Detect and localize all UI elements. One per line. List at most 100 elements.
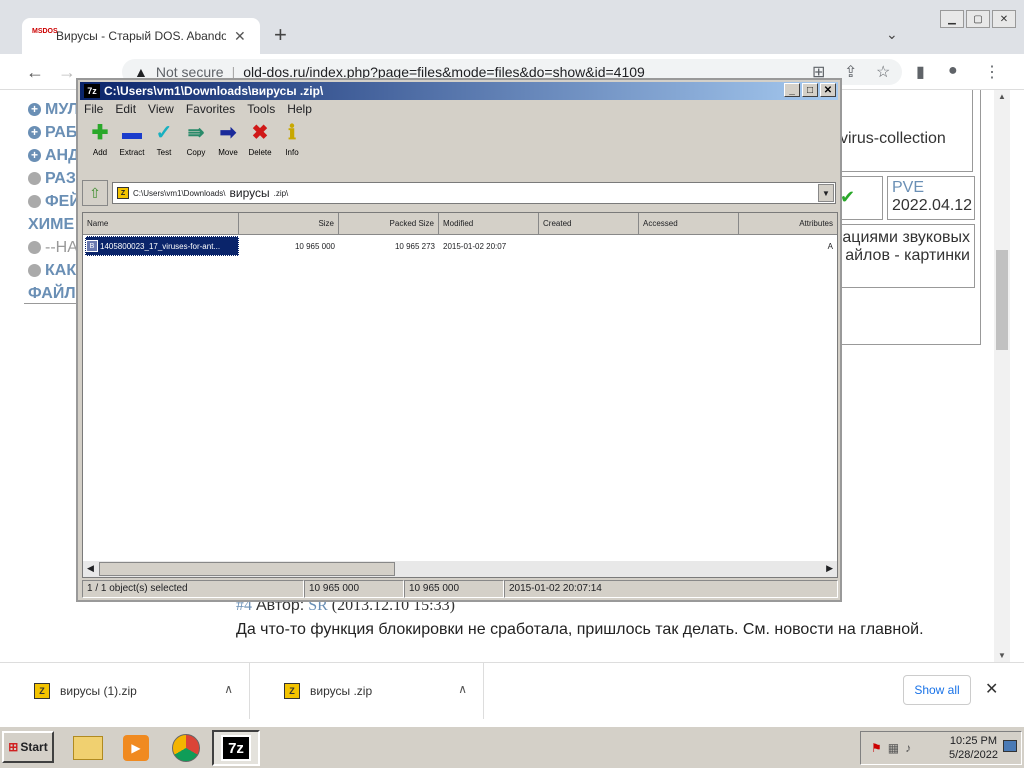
chevron-up-icon[interactable]: ∧ — [458, 682, 467, 696]
folder-icon — [73, 736, 103, 760]
show-all-button[interactable]: Show all — [903, 675, 971, 705]
info-button[interactable]: ℹ Info — [276, 122, 308, 157]
start-button[interactable]: ⊞ Start — [2, 731, 54, 763]
system-tray: ⚑ ▦ ♪ 10:25 PM 5/28/2022 — [860, 731, 1022, 765]
dropdown-arrow-icon[interactable]: ▼ — [818, 184, 834, 202]
test-button[interactable]: ✓ Test — [148, 122, 180, 157]
collection-cell: virus-collection — [839, 90, 973, 172]
chevron-up-icon[interactable]: ∧ — [224, 682, 233, 696]
zip-file-icon: Z — [34, 683, 50, 699]
scroll-right-icon[interactable]: ▶ — [826, 563, 833, 574]
scroll-thumb[interactable] — [99, 562, 395, 576]
menu-view[interactable]: View — [148, 102, 174, 116]
circle-bullet-icon — [28, 241, 41, 254]
description-cell: ациями звуковых айлов - картинки — [839, 224, 975, 288]
chrome-taskbar-button[interactable] — [162, 730, 210, 766]
column-modified[interactable]: Modified — [439, 213, 539, 234]
plus-circle-icon: + — [28, 149, 41, 162]
copy-button[interactable]: ⇛ Copy — [180, 122, 212, 157]
column-attributes[interactable]: Attributes — [739, 213, 837, 234]
close-icon[interactable]: ✕ — [992, 10, 1016, 28]
7zip-logo-icon: 7z — [221, 735, 251, 761]
scroll-up-icon[interactable]: ▲ — [998, 92, 1006, 101]
side-panel-icon[interactable]: ▮ — [916, 62, 925, 82]
add-button[interactable]: ✚ Add — [84, 122, 116, 157]
maximize-icon[interactable]: ▢ — [966, 10, 990, 28]
move-button[interactable]: ➡ Move — [212, 122, 244, 157]
column-packed-size[interactable]: Packed Size — [339, 213, 439, 234]
7zip-taskbar-button[interactable]: 7z — [212, 730, 260, 766]
column-created[interactable]: Created — [539, 213, 639, 234]
delete-icon: ✖ — [251, 122, 269, 144]
scroll-left-icon[interactable]: ◀ — [87, 563, 94, 574]
page-scrollbar[interactable]: ▲ ▼ — [994, 90, 1010, 662]
path-combobox[interactable]: Z C:\Users\vm1\Downloads\ вирусы .zip\ ▼ — [112, 182, 836, 204]
table-row[interactable]: B 1405800023_17_viruses-for-ant... 10 96… — [83, 235, 837, 257]
bookmark-star-icon[interactable]: ☆ — [876, 62, 890, 82]
horizontal-scrollbar[interactable]: ◀ ▶ — [83, 561, 837, 577]
window-controls: ▁ ▢ ✕ — [940, 10, 1016, 28]
copy-icon: ⇛ — [187, 122, 205, 144]
media-player-taskbar-button[interactable]: ▶ — [112, 730, 160, 766]
comment-text: Да что-то функция блокировки не сработал… — [236, 621, 924, 638]
column-name[interactable]: Name — [83, 213, 239, 234]
close-icon[interactable]: ✕ — [820, 83, 836, 97]
publish-date: 2022.04.12 — [892, 197, 973, 214]
delete-button[interactable]: ✖ Delete — [244, 122, 276, 157]
clock[interactable]: 10:25 PM 5/28/2022 — [949, 734, 998, 762]
maximize-icon[interactable]: □ — [802, 83, 818, 97]
info-icon: ℹ — [288, 122, 296, 144]
menu-help[interactable]: Help — [287, 102, 312, 116]
browser-tab[interactable]: MSDOS Вирусы - Старый DOS. Abandonware ✕ — [22, 18, 260, 54]
minimize-icon[interactable]: ▁ — [940, 10, 964, 28]
menu-file[interactable]: File — [84, 102, 103, 116]
zip-file-icon: Z — [117, 187, 129, 199]
menu-kebab-icon[interactable]: ⋮ — [984, 62, 1000, 82]
minimize-icon[interactable]: _ — [784, 83, 800, 97]
download-item[interactable]: Z вирусы (1).zip ∧ — [0, 663, 250, 719]
file-info-panel: virus-collection ✔ PVE 2022.04.12 ациями… — [839, 90, 981, 345]
forward-icon[interactable]: → — [58, 62, 76, 83]
7zip-logo-icon: 7z — [84, 84, 100, 98]
selected-file[interactable]: B 1405800023_17_viruses-for-ant... — [85, 236, 239, 256]
back-icon[interactable]: ← — [26, 62, 44, 83]
menu-tools[interactable]: Tools — [247, 102, 275, 116]
menu-edit[interactable]: Edit — [115, 102, 136, 116]
volume-icon[interactable]: ♪ — [905, 741, 911, 755]
download-item[interactable]: Z вирусы .zip ∧ — [250, 663, 484, 719]
7zip-menu-bar: File Edit View Favorites Tools Help — [84, 102, 312, 116]
explorer-taskbar-button[interactable] — [64, 730, 112, 766]
share-icon[interactable]: ⇪ — [844, 62, 857, 82]
7zip-address-row: ⇧ Z C:\Users\vm1\Downloads\ вирусы .zip\… — [82, 180, 838, 206]
extract-button[interactable]: ▬ Extract — [116, 122, 148, 157]
show-desktop-icon[interactable] — [1003, 740, 1017, 752]
security-flag-icon[interactable]: ⚑ — [871, 741, 882, 755]
column-accessed[interactable]: Accessed — [639, 213, 739, 234]
tab-close-icon[interactable]: ✕ — [234, 28, 246, 45]
author-date-cell: PVE 2022.04.12 — [887, 176, 975, 220]
menu-favorites[interactable]: Favorites — [186, 102, 235, 116]
check-icon: ✔ — [839, 176, 883, 220]
profile-avatar-icon[interactable]: ● — [948, 62, 958, 80]
new-tab-button[interactable]: + — [274, 24, 287, 46]
plus-circle-icon: + — [28, 126, 41, 139]
up-folder-icon[interactable]: ⇧ — [82, 180, 108, 206]
move-icon: ➡ — [219, 122, 237, 144]
7zip-window: 7z C:\Users\vm1\Downloads\вирусы .zip\ _… — [76, 78, 842, 602]
network-icon[interactable]: ▦ — [888, 741, 899, 755]
zip-file-icon: Z — [284, 683, 300, 699]
column-size[interactable]: Size — [239, 213, 339, 234]
scroll-thumb[interactable] — [996, 250, 1008, 350]
tab-search-icon[interactable]: ⌄ — [886, 26, 898, 43]
plus-circle-icon: + — [28, 103, 41, 116]
circle-bullet-icon — [28, 264, 41, 277]
windows-logo-icon: ⊞ — [8, 740, 19, 754]
extract-icon: ▬ — [122, 122, 142, 144]
scroll-down-icon[interactable]: ▼ — [998, 651, 1006, 660]
test-icon: ✓ — [155, 122, 173, 144]
close-downloads-icon[interactable]: ✕ — [985, 679, 998, 699]
7zip-title-bar[interactable]: 7z C:\Users\vm1\Downloads\вирусы .zip\ _… — [80, 82, 838, 100]
downloads-bar: Z вирусы (1).zip ∧ Z вирусы .zip ∧ Show … — [0, 662, 1024, 719]
file-icon: B — [86, 240, 98, 252]
author-link[interactable]: PVE — [892, 179, 970, 197]
